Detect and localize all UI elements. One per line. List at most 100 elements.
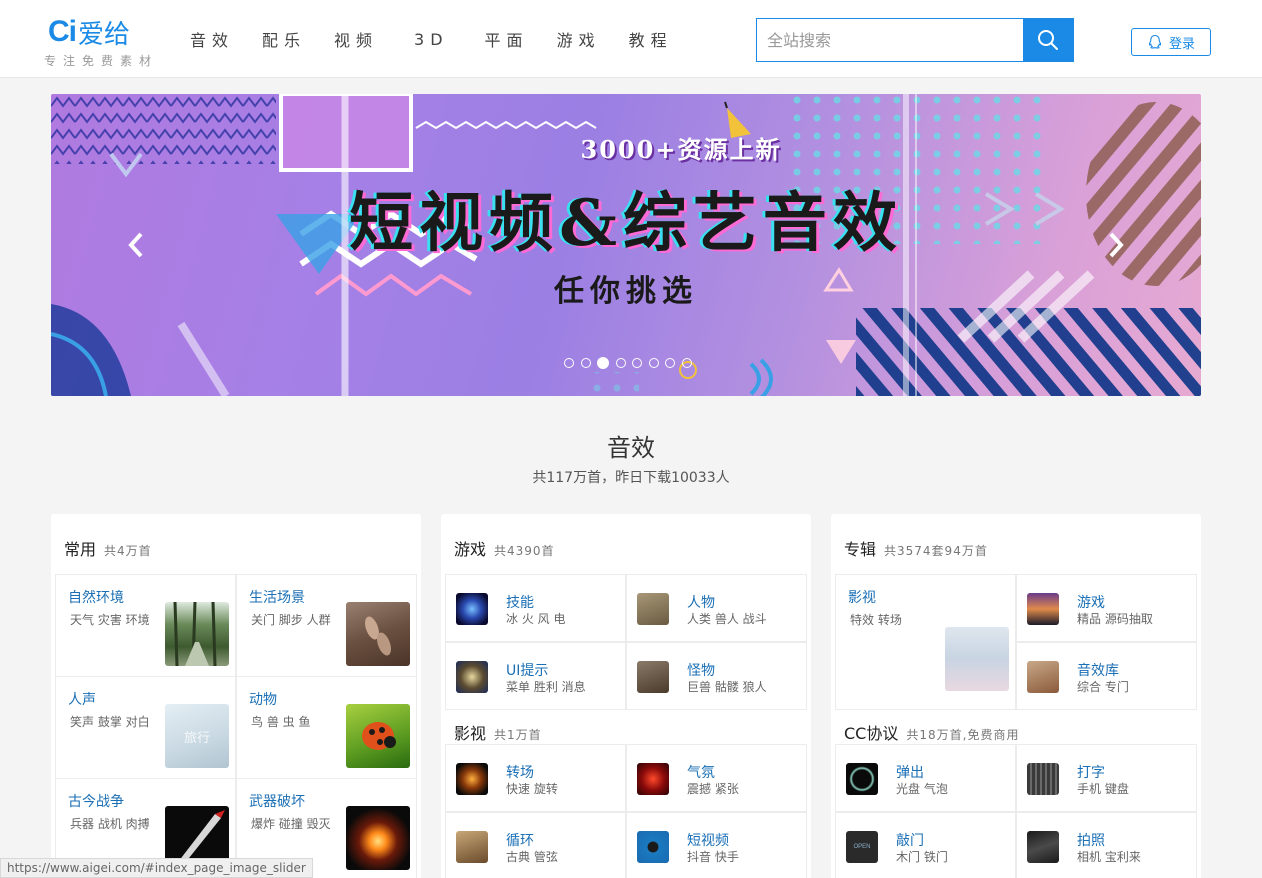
category-character[interactable]: 人物 人类 兽人 战斗: [626, 574, 807, 642]
chevron-left-icon: [128, 232, 143, 258]
album-film-thumbnail: [945, 627, 1009, 691]
explosion-thumbnail: [346, 806, 410, 870]
category-tags: 精品 源码抽取: [1077, 612, 1153, 626]
banner-dot[interactable]: [632, 358, 642, 368]
album-game-thumbnail: [1027, 593, 1059, 625]
category-photo[interactable]: 拍照 相机 宝利来: [1016, 812, 1197, 878]
card-common: 常用 共4万首 自然环境 天气 灾害 环境 生活场景 关门 脚步 人群 人声 笑…: [51, 514, 421, 878]
qq-icon: [1148, 34, 1162, 49]
category-title: 怪物: [687, 663, 715, 679]
ladybug-thumbnail: [346, 704, 410, 768]
nav-item-game[interactable]: 游戏: [557, 27, 601, 51]
search-icon: [1038, 30, 1058, 50]
banner-title-top: 3000+资源上新: [580, 135, 782, 164]
knock-thumbnail: OPEN: [846, 831, 878, 863]
category-tags: 光盘 气泡: [896, 782, 948, 796]
voice-thumbnail: 旅行: [165, 704, 229, 768]
search-input[interactable]: [757, 19, 1023, 61]
chevron-right-icon: [1109, 232, 1124, 258]
banner-dot[interactable]: [648, 358, 659, 368]
category-short-video[interactable]: 短视频 抖音 快手: [626, 812, 807, 878]
card-name[interactable]: 专辑: [844, 536, 876, 560]
character-thumbnail: [637, 593, 669, 625]
album-film[interactable]: 影视 特效 转场: [835, 574, 1016, 710]
category-title: 动物: [249, 692, 277, 708]
category-monster[interactable]: 怪物 巨兽 骷髅 狼人: [626, 642, 807, 710]
category-title: 弹出: [896, 765, 924, 781]
subsection-header: CC协议 共18万首,免费商用: [844, 720, 1019, 744]
typing-thumbnail: [1027, 763, 1059, 795]
album-game[interactable]: 游戏 精品 源码抽取: [1016, 574, 1197, 642]
category-life-scene[interactable]: 生活场景 关门 脚步 人群: [236, 575, 417, 677]
category-skill[interactable]: 技能 冰 火 风 电: [445, 574, 626, 642]
category-transition[interactable]: 转场 快速 旋转: [445, 744, 626, 812]
card-name[interactable]: 影视: [454, 720, 486, 744]
category-title: 拍照: [1077, 833, 1105, 849]
pop-thumbnail: [846, 763, 878, 795]
nav-item-graphic[interactable]: 平面: [485, 27, 529, 51]
logo[interactable]: Ci 爱给 专注免费素材: [44, 14, 168, 69]
open-sign-text: OPEN: [853, 844, 871, 850]
category-tags: 手机 键盘: [1077, 782, 1129, 796]
banner-next-button[interactable]: [1101, 230, 1131, 260]
footsteps-thumbnail: [346, 602, 410, 666]
banner-title: 短视频&综艺音效: [349, 186, 903, 261]
search-box: [756, 18, 1074, 62]
nav-item-tutorial[interactable]: 教程: [629, 27, 673, 51]
monster-thumbnail: [637, 661, 669, 693]
category-tags: 古典 管弦: [506, 850, 558, 864]
banner-dot[interactable]: [615, 358, 626, 368]
banner-prev-button[interactable]: [121, 230, 151, 260]
subsection-header: 影视 共1万首: [454, 720, 542, 744]
nav-item-music[interactable]: 配乐: [262, 27, 306, 51]
category-animal[interactable]: 动物 鸟 兽 虫 鱼: [236, 677, 417, 779]
category-tags: 关门 脚步 人群: [251, 613, 331, 627]
album-sound-library[interactable]: 音效库 综合 专门: [1016, 642, 1197, 710]
ui-prompt-thumbnail: [456, 661, 488, 693]
category-tags: 震撼 紧张: [687, 782, 739, 796]
category-typing[interactable]: 打字 手机 键盘: [1016, 744, 1197, 812]
banner-dot[interactable]: [564, 358, 574, 368]
card-count: 共3574套94万首: [884, 544, 988, 558]
category-title: 打字: [1077, 765, 1105, 781]
category-loop[interactable]: 循环 古典 管弦: [445, 812, 626, 878]
banner-slider[interactable]: 3000+资源上新 短视频&综艺音效 任你挑选: [51, 94, 1201, 396]
search-button[interactable]: [1023, 19, 1073, 61]
logo-slogan: 专注免费素材: [44, 54, 159, 68]
category-tags: 巨兽 骷髅 狼人: [687, 680, 767, 694]
category-tags: 兵器 战机 肉搏: [70, 817, 150, 831]
category-title: 古今战争: [68, 794, 124, 810]
login-button[interactable]: 登录: [1131, 28, 1211, 56]
nav-item-sound[interactable]: 音效: [190, 27, 234, 51]
banner-dot[interactable]: [580, 358, 591, 368]
main-nav: 音效 配乐 视频 3D 平面 游戏 教程: [190, 0, 701, 78]
category-tags: 爆炸 碰撞 毁灭: [251, 817, 331, 831]
category-pop[interactable]: 弹出 光盘 气泡: [835, 744, 1016, 812]
category-tags: 综合 专门: [1077, 680, 1129, 694]
section-title: 音效: [607, 434, 655, 462]
category-tags: 快速 旋转: [506, 782, 558, 796]
category-grid: 自然环境 天气 灾害 环境 生活场景 关门 脚步 人群 人声 笑声 鼓掌 对白 …: [55, 574, 417, 878]
category-nature[interactable]: 自然环境 天气 灾害 环境: [55, 575, 236, 677]
card-count: 共4390首: [494, 544, 555, 558]
card-name[interactable]: 常用: [64, 536, 96, 560]
site-header: Ci 爱给 专注免费素材 音效 配乐 视频 3D 平面 游戏 教程 登录: [0, 0, 1262, 78]
category-title: 游戏: [1077, 595, 1105, 611]
banner-dot[interactable]: [665, 358, 675, 368]
logo-mark: Ci: [48, 15, 77, 48]
card-count: 共1万首: [494, 728, 542, 742]
nav-item-3d[interactable]: 3D: [414, 30, 449, 49]
card-name[interactable]: 游戏: [454, 536, 486, 560]
category-knock[interactable]: OPEN 敲门 木门 铁门: [835, 812, 1016, 878]
category-atmosphere[interactable]: 气氛 震撼 紧张: [626, 744, 807, 812]
card-count: 共18万首,免费商用: [906, 728, 1020, 742]
banner-dot-active[interactable]: [597, 357, 609, 369]
nav-item-video[interactable]: 视频: [334, 27, 378, 51]
logo-name: 爱给: [78, 19, 131, 50]
category-title: 气氛: [687, 765, 715, 781]
category-voice[interactable]: 人声 笑声 鼓掌 对白 旅行: [55, 677, 236, 779]
card-name[interactable]: CC协议: [844, 720, 898, 744]
category-tags: 冰 火 风 电: [506, 612, 566, 626]
category-ui-prompt[interactable]: UI提示 菜单 胜利 消息: [445, 642, 626, 710]
banner-dot[interactable]: [681, 358, 692, 368]
